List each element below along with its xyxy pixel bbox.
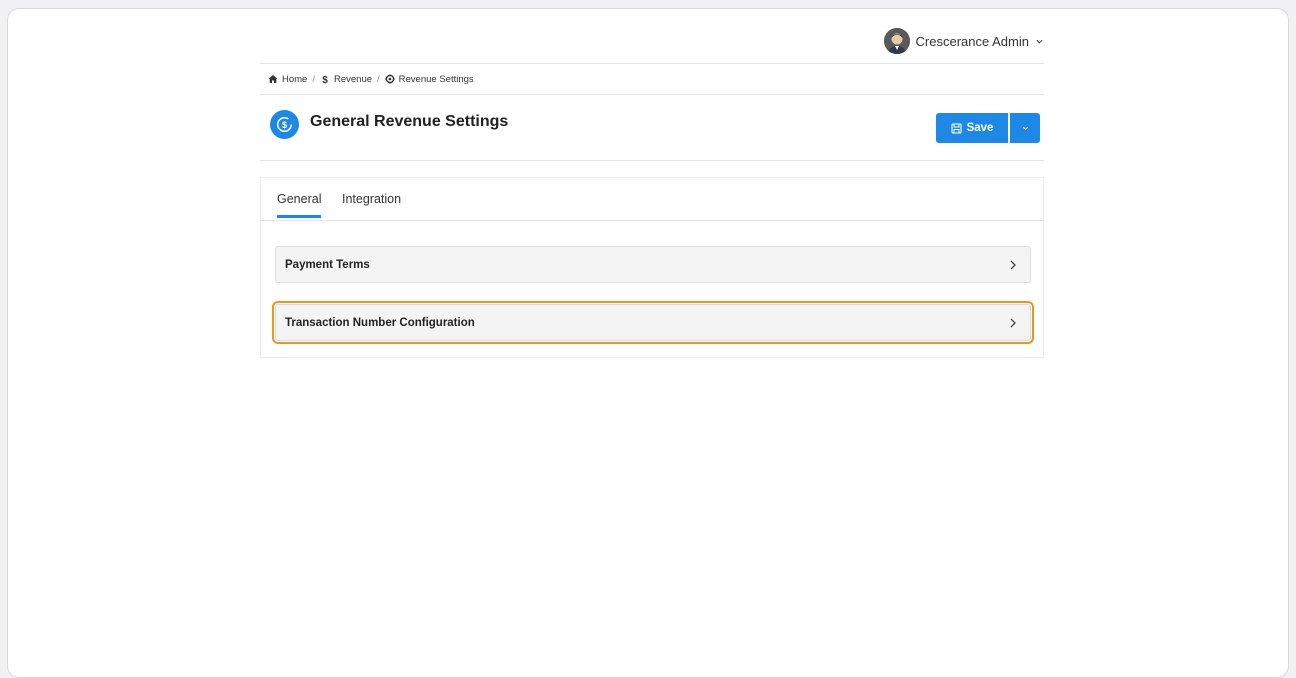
avatar	[883, 28, 910, 54]
user-menu[interactable]: Crescerance Admin	[883, 28, 1044, 54]
gear-icon	[384, 74, 395, 84]
breadcrumb-revenue[interactable]: $ Revenue	[320, 74, 372, 85]
page-title: General Revenue Settings	[310, 113, 509, 130]
section-label: Payment Terms	[285, 258, 370, 271]
chevron-right-icon	[1010, 318, 1016, 327]
top-bar: Crescerance Admin	[260, 9, 1044, 64]
app-window: Crescerance Admin Home / $ Revenue / Rev…	[7, 8, 1289, 678]
save-options-dropdown[interactable]	[1010, 113, 1040, 143]
breadcrumb-label: Revenue Settings	[398, 73, 474, 85]
revenue-settings-icon: $	[270, 110, 299, 139]
breadcrumb-label: Home	[282, 73, 308, 85]
breadcrumb: Home / $ Revenue / Revenue Settings	[260, 64, 1044, 95]
svg-text:$: $	[322, 75, 328, 84]
floppy-disk-icon	[951, 122, 962, 134]
breadcrumb-separator: /	[312, 73, 315, 85]
chevron-right-icon	[1010, 260, 1016, 269]
save-button[interactable]: Save	[936, 113, 1008, 143]
chevron-down-icon	[1036, 39, 1043, 44]
home-icon	[268, 75, 278, 83]
settings-card: General Integration Payment Terms Transa…	[260, 177, 1044, 358]
tab-integration[interactable]: Integration	[342, 192, 401, 206]
tab-bar: General Integration	[261, 178, 1043, 221]
save-button-label: Save	[966, 122, 994, 134]
dollar-icon: $	[322, 75, 328, 84]
save-button-group: Save	[936, 113, 1040, 143]
breadcrumb-separator: /	[377, 73, 380, 85]
tab-general[interactable]: General	[277, 192, 322, 218]
breadcrumb-label: Revenue	[333, 73, 373, 85]
section-label: Transaction Number Configuration	[285, 316, 475, 329]
breadcrumb-home[interactable]: Home	[268, 74, 307, 85]
section-transaction-number-configuration[interactable]: Transaction Number Configuration	[275, 304, 1031, 341]
chevron-down-icon	[1022, 126, 1028, 130]
breadcrumb-revenue-settings[interactable]: Revenue Settings	[384, 73, 474, 85]
section-payment-terms[interactable]: Payment Terms	[275, 246, 1031, 283]
svg-text:$: $	[282, 120, 287, 130]
user-name: Crescerance Admin	[915, 33, 1029, 49]
page-header: $ General Revenue Settings Save	[260, 96, 1044, 161]
